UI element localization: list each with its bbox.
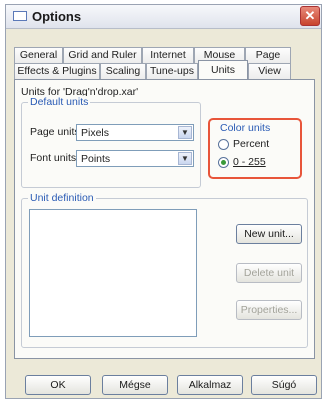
tab-units[interactable]: Units bbox=[198, 60, 248, 79]
tab-scaling[interactable]: Scaling bbox=[100, 63, 146, 79]
tab-internet[interactable]: Internet bbox=[142, 47, 194, 63]
page-units-select[interactable]: Pixels ▼ bbox=[76, 124, 194, 141]
tab-tune-ups[interactable]: Tune-ups bbox=[146, 63, 198, 79]
help-button[interactable]: Súgó bbox=[251, 375, 317, 395]
window-icon bbox=[13, 11, 27, 21]
new-unit-button[interactable]: New unit... bbox=[236, 224, 302, 244]
color-0-255-radio[interactable] bbox=[218, 157, 229, 168]
tab-effects-plugins[interactable]: Effects & Plugins bbox=[14, 63, 100, 79]
page-units-label: Page units: bbox=[30, 126, 83, 138]
delete-unit-button[interactable]: Delete unit bbox=[236, 263, 302, 283]
apply-button[interactable]: Alkalmaz bbox=[177, 375, 243, 395]
tab-row-bottom: Effects & Plugins Scaling Tune-ups Units… bbox=[14, 60, 291, 79]
color-percent-label[interactable]: Percent bbox=[233, 138, 269, 150]
default-units-title: Default units bbox=[28, 96, 91, 108]
color-units-title: Color units bbox=[220, 122, 271, 134]
unit-definition-title: Unit definition bbox=[28, 192, 96, 204]
chevron-down-icon[interactable]: ▼ bbox=[178, 126, 192, 139]
window-title: Options bbox=[32, 9, 82, 24]
title-bar[interactable]: Options ✕ bbox=[6, 5, 321, 29]
font-units-value: Points bbox=[81, 153, 111, 165]
chevron-down-icon[interactable]: ▼ bbox=[178, 152, 192, 165]
options-window: Options ✕ General Grid and Ruler Interne… bbox=[5, 4, 322, 399]
tab-row-top: General Grid and Ruler Internet Mouse Pa… bbox=[14, 47, 291, 63]
color-0-255-label[interactable]: 0 - 255 bbox=[233, 156, 266, 168]
color-percent-radio[interactable] bbox=[218, 139, 229, 150]
tab-page[interactable]: Page bbox=[245, 47, 291, 63]
units-panel: Units for 'Drag'n'drop.xar' Default unit… bbox=[14, 79, 315, 359]
page-units-value: Pixels bbox=[81, 127, 110, 139]
tab-grid-and-ruler[interactable]: Grid and Ruler bbox=[63, 47, 142, 63]
tab-general[interactable]: General bbox=[14, 47, 63, 63]
cancel-button[interactable]: Mégse bbox=[102, 375, 168, 395]
ok-button[interactable]: OK bbox=[25, 375, 91, 395]
properties-button[interactable]: Properties... bbox=[236, 300, 302, 320]
tab-view[interactable]: View bbox=[248, 63, 291, 79]
unit-list[interactable] bbox=[29, 209, 197, 337]
font-units-label: Font units: bbox=[30, 152, 80, 164]
font-units-select[interactable]: Points ▼ bbox=[76, 150, 194, 167]
default-units-group: Default units bbox=[21, 96, 201, 188]
close-button[interactable]: ✕ bbox=[300, 6, 320, 26]
